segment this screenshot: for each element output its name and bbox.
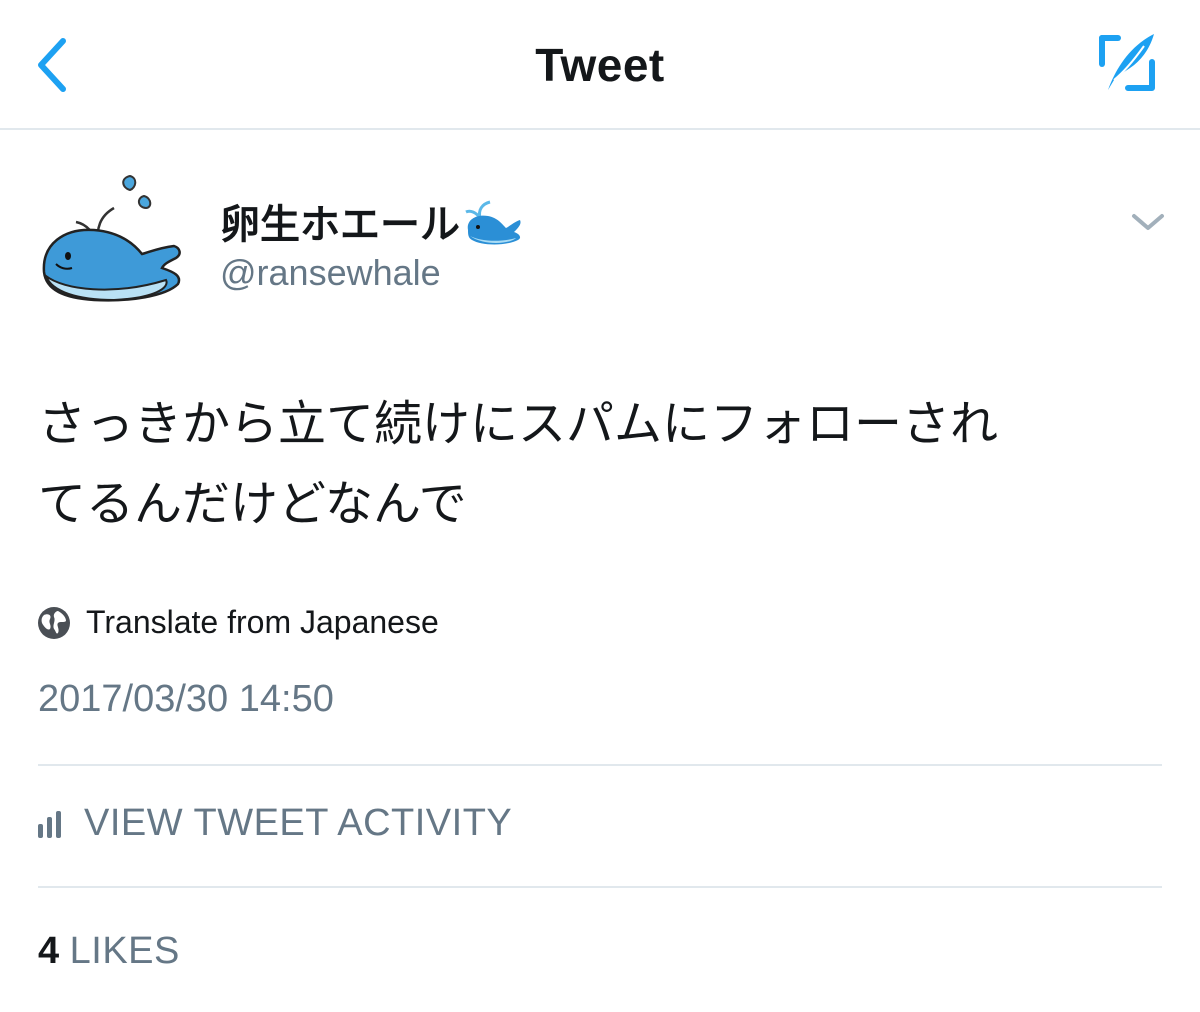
display-name-text: 卵生ホエール xyxy=(220,203,460,247)
likes-count: 4 xyxy=(38,930,60,972)
author-display-name[interactable]: 卵生ホエール xyxy=(220,192,524,250)
view-tweet-activity-button[interactable]: VIEW TWEET ACTIVITY xyxy=(36,802,512,845)
spouting-whale-icon xyxy=(465,200,521,245)
tweet-text: さっきから立て続けにスパムにフォローされ てるんだけどなんで xyxy=(38,384,1168,544)
tweet-text-line: さっきから立て続けにスパムにフォローされ xyxy=(38,396,999,452)
translate-label: Translate from Japanese xyxy=(86,604,439,640)
globe-icon xyxy=(38,606,70,639)
compose-tweet-button[interactable] xyxy=(1092,28,1162,98)
view-tweet-activity-label: VIEW TWEET ACTIVITY xyxy=(84,802,513,844)
compose-tweet-icon xyxy=(1099,34,1155,91)
bar-chart-icon xyxy=(38,810,61,838)
likes-label: LIKES xyxy=(69,930,180,972)
page-title: Tweet xyxy=(535,39,665,91)
translate-button[interactable]: Translate from Japanese xyxy=(36,604,439,641)
divider xyxy=(38,886,1162,888)
chevron-down-icon xyxy=(1132,214,1164,230)
tweet-timestamp: 2017/03/30 14:50 xyxy=(38,678,334,720)
top-nav-bar: Tweet xyxy=(0,0,1200,130)
tweet-text-line: てるんだけどなんで xyxy=(38,476,467,532)
whale-avatar-icon xyxy=(42,174,181,302)
likes-count-link[interactable]: 4 LIKES xyxy=(38,930,180,973)
avatar[interactable] xyxy=(34,172,194,308)
author-handle[interactable]: @ransewhale xyxy=(220,252,441,294)
divider xyxy=(38,764,1162,766)
tweet-options-button[interactable] xyxy=(1126,204,1170,240)
